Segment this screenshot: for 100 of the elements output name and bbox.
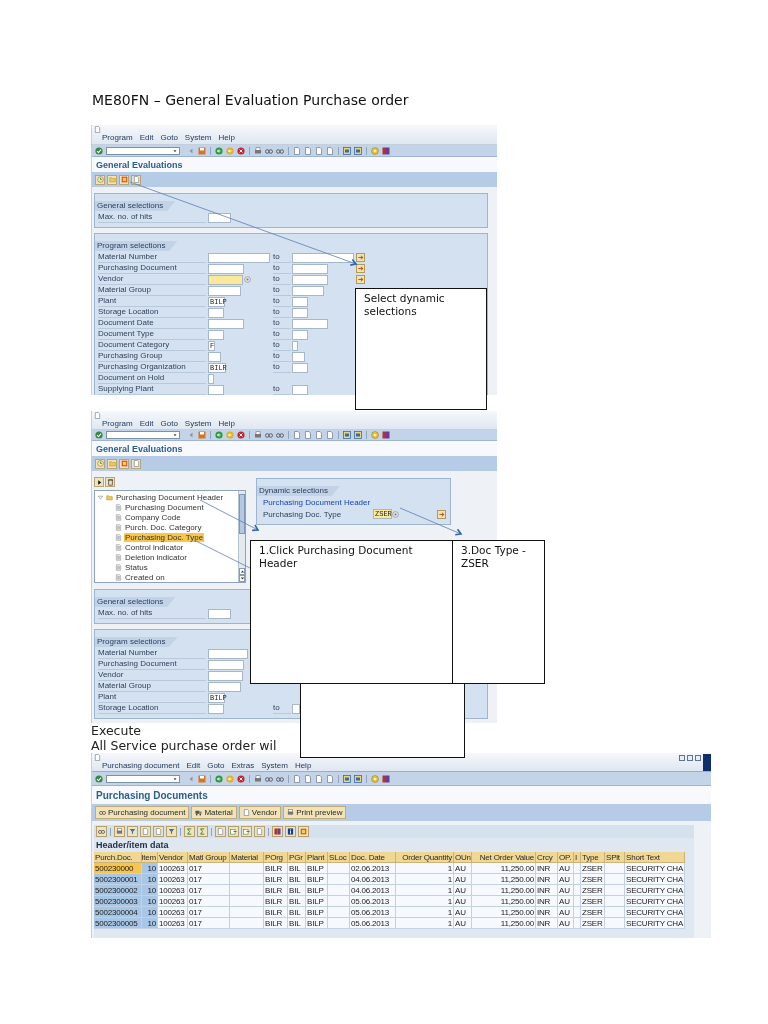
range-label: to — [273, 296, 291, 307]
table-cell: 1 — [396, 896, 454, 907]
field-label: Purchasing Organization — [98, 362, 206, 373]
menu-item[interactable]: Goto — [160, 133, 178, 142]
group-link[interactable]: Purchasing Document Header — [263, 498, 446, 508]
range-label: to — [273, 274, 291, 285]
menu-item[interactable]: Goto — [160, 419, 178, 428]
table-cell: 1 — [396, 863, 454, 874]
menu-item[interactable]: System — [184, 419, 212, 428]
toolbar-button[interactable]: Purchasing document — [95, 806, 190, 819]
field-label: Max. no. of hits — [98, 212, 206, 223]
tree-item[interactable]: Company Code — [124, 512, 182, 522]
screen-title: General Evaluations — [96, 159, 183, 170]
range-label: to — [273, 263, 291, 274]
menu-item[interactable]: Program — [102, 133, 133, 142]
menu-item[interactable]: Help — [218, 133, 235, 142]
table-cell: 017 — [188, 863, 230, 874]
range-label: to — [273, 318, 291, 329]
tree-item[interactable]: Deletion indicator — [124, 552, 188, 562]
menu-item[interactable]: System — [184, 133, 212, 142]
table-cell: ZSER — [581, 918, 605, 929]
table-cell: 017 — [188, 885, 230, 896]
table-cell: AU — [558, 918, 574, 929]
table-cell: 100263 — [158, 918, 188, 929]
tree-item[interactable]: Purchasing Document — [124, 502, 205, 512]
instruction-text: Execute — [91, 723, 141, 738]
menu-item[interactable]: Help — [294, 761, 312, 770]
table-cell: 017 — [188, 907, 230, 918]
group-title: Dynamic selections — [257, 486, 340, 496]
screen-title: General Evaluations — [96, 443, 183, 454]
toolbar-button[interactable]: Material — [191, 806, 237, 819]
screen-title: Purchasing Documents — [96, 789, 208, 801]
instruction-text: All Service purchase order wil — [91, 738, 277, 753]
tree-item[interactable]: Created on — [124, 572, 166, 582]
range-label: to — [273, 329, 291, 340]
table-cell: 1 — [396, 907, 454, 918]
table-cell: 1 — [396, 918, 454, 929]
toolbar-button[interactable]: Vendor — [238, 806, 282, 819]
table-cell: 017 — [188, 874, 230, 885]
tree-item[interactable]: Purchasing Document Header — [115, 492, 225, 502]
menu-item[interactable]: Help — [218, 419, 235, 428]
menu-item[interactable]: Edit — [186, 761, 201, 770]
group-title: General selections — [95, 597, 176, 607]
group-title: Program selections — [95, 637, 178, 647]
menu-item[interactable]: Program — [102, 419, 133, 428]
tree-item[interactable]: Purch. Doc. Category — [124, 522, 203, 532]
field-label: Purchasing Doc. Type — [263, 509, 343, 519]
field-label: Document Category — [98, 340, 206, 351]
field-label: Plant — [98, 692, 206, 703]
menu-item[interactable]: Edit — [139, 133, 154, 142]
range-label: to — [273, 307, 291, 318]
table-cell: INR — [536, 918, 558, 929]
table-cell: 017 — [188, 896, 230, 907]
menu-item[interactable]: Goto — [207, 761, 225, 770]
page-heading: ME80FN – General Evaluation Purchase order — [91, 92, 410, 110]
range-label: to — [273, 340, 291, 351]
range-label: to — [273, 384, 291, 395]
field-label: Max. no. of hits — [98, 608, 206, 619]
menu-item[interactable]: Extras — [231, 761, 255, 770]
range-label: to — [273, 252, 291, 263]
table-cell: 10 — [142, 918, 158, 929]
menu-item[interactable]: Edit — [139, 419, 154, 428]
field-label: Vendor — [98, 274, 206, 285]
callout: Select dynamic selections — [355, 288, 487, 410]
table-cell: BIL — [288, 918, 306, 929]
tree-item[interactable]: Control indicator — [124, 542, 185, 552]
table-cell: 5002300005 — [94, 918, 142, 929]
field-label: Storage Location — [98, 307, 206, 318]
menu-item[interactable]: Purchasing document — [102, 761, 180, 770]
field-label: Document Type — [98, 329, 206, 340]
tree-item[interactable]: Status — [124, 562, 149, 572]
range-label: to — [273, 703, 291, 714]
table-cell: BILP — [306, 918, 328, 929]
field-label: Vendor — [98, 670, 206, 681]
table-cell: AU — [454, 918, 472, 929]
field-label: Document Date — [98, 318, 206, 329]
callout: 3.Doc Type - ZSER — [452, 540, 545, 684]
field-label: Material Group — [98, 285, 206, 296]
toolbar-button[interactable]: Print preview — [283, 806, 347, 819]
field-label: Document on Hold — [98, 373, 206, 384]
table-cell: 1 — [396, 885, 454, 896]
range-label: to — [273, 362, 291, 373]
table-cell: BILR — [264, 918, 288, 929]
field-label: Purchasing Document — [98, 263, 206, 274]
field-label: Plant — [98, 296, 206, 307]
column-header[interactable]: Short Text — [625, 852, 685, 863]
field-label: Storage Location — [98, 703, 206, 714]
table-title: Header/item data — [95, 839, 169, 852]
table-cell: 1 — [396, 874, 454, 885]
field-label: Material Number — [98, 252, 206, 263]
table-cell: SECURITY CHA — [625, 918, 685, 929]
table-cell: 05.06.2013 — [350, 918, 396, 929]
table-cell: 017 — [188, 918, 230, 929]
field-label: Material Number — [98, 648, 206, 659]
menu-item[interactable]: System — [261, 761, 288, 770]
field-label: Material Group — [98, 681, 206, 692]
field-label: Purchasing Document — [98, 659, 206, 670]
range-label: to — [273, 285, 291, 296]
field-label: Purchasing Group — [98, 351, 206, 362]
tree-item[interactable]: Purchasing Doc. Type — [124, 532, 205, 542]
